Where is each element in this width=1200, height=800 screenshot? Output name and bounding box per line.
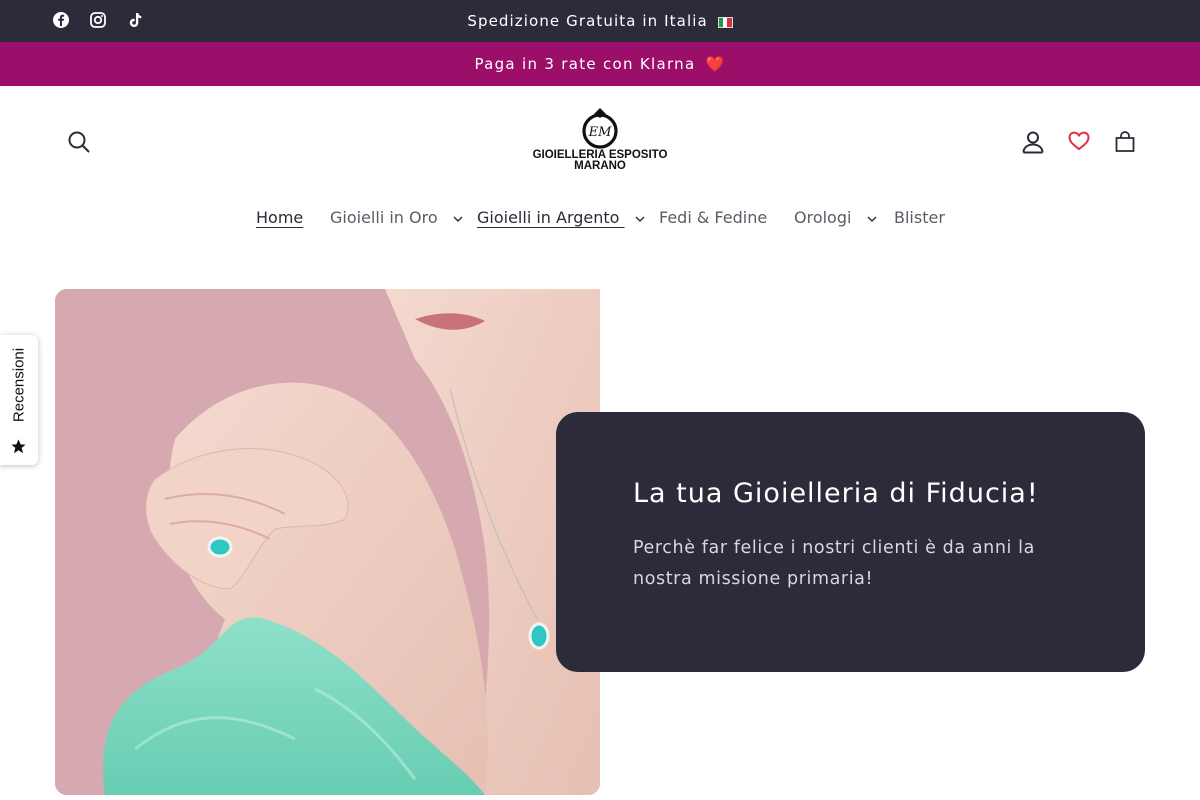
cart-icon[interactable] xyxy=(1113,130,1137,154)
hero-text-card: La tua Gioielleria di Fiducia! Perchè fa… xyxy=(556,412,1145,672)
hero-image xyxy=(55,289,600,795)
store-logo[interactable]: EM GIOIELLERIA ESPOSITO MARANO xyxy=(530,106,670,178)
hero-photo-illustration xyxy=(55,289,600,795)
nav-label-gioielli-in-oro: Gioielli in Oro xyxy=(330,208,438,227)
nav-label-orologi: Orologi xyxy=(794,208,852,227)
hero-subtitle: Perchè far felice i nostri clienti è da … xyxy=(633,538,1035,589)
star-icon xyxy=(11,439,26,454)
klarna-text: Paga in 3 rate con Klarna xyxy=(474,55,696,73)
nav-item-orologi[interactable]: Orologi xyxy=(794,205,877,231)
logo-monogram: EM xyxy=(588,125,612,140)
shipping-text: Spedizione Gratuita in Italia xyxy=(467,12,708,30)
nav-item-fedi-fedine[interactable]: Fedi & Fedine xyxy=(659,205,767,231)
account-icon[interactable] xyxy=(1020,129,1046,155)
nav-item-gioielli-in-argento[interactable]: Gioielli in Argento xyxy=(477,205,645,231)
search-icon[interactable] xyxy=(66,129,92,155)
nav-label-gioielli-in-argento: Gioielli in Argento xyxy=(477,208,620,227)
reviews-label: Recensioni xyxy=(10,347,28,423)
chevron-down-icon xyxy=(453,216,463,222)
chevron-down-icon xyxy=(867,216,877,222)
heart-emoji: ❤️ xyxy=(705,55,726,73)
nav-label-home: Home xyxy=(256,208,304,227)
chevron-down-icon xyxy=(635,216,645,222)
nav-item-blister[interactable]: Blister xyxy=(894,205,945,231)
shipping-announcement: Spedizione Gratuita in Italia xyxy=(0,0,1200,42)
hero-title: La tua Gioielleria di Fiducia! xyxy=(633,478,1039,509)
italy-flag-icon xyxy=(717,17,733,28)
logo-name-line2: MARANO xyxy=(574,160,626,172)
nav-label-blister: Blister xyxy=(894,208,945,227)
nav-label-fedi-fedine: Fedi & Fedine xyxy=(659,208,768,227)
logo-ring-monogram: EM xyxy=(582,108,618,149)
reviews-side-tab[interactable]: Recensioni xyxy=(0,335,38,465)
announcement-bar: Spedizione Gratuita in Italia xyxy=(0,0,1200,42)
nav-item-home[interactable]: Home xyxy=(256,205,303,231)
main-navigation: Home Gioielli in Oro Gioielli in Argento… xyxy=(0,205,1200,231)
wishlist-heart-icon[interactable] xyxy=(1068,131,1090,151)
klarna-announcement: Paga in 3 rate con Klarna ❤️ xyxy=(0,42,1200,86)
nav-item-gioielli-in-oro[interactable]: Gioielli in Oro xyxy=(330,205,463,231)
